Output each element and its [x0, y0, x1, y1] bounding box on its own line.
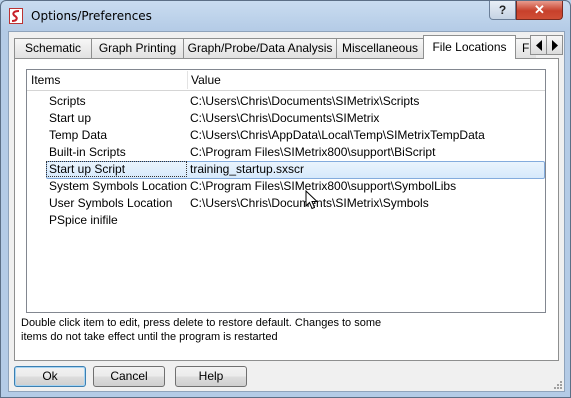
- row-item: System Symbols Location: [49, 179, 188, 193]
- triangle-right-icon: [552, 40, 558, 51]
- list-row[interactable]: PSpice inifile: [27, 212, 545, 229]
- simetrix-app-icon: [9, 8, 23, 24]
- row-value: training_startup.sxscr: [190, 162, 305, 176]
- row-item: Start up: [49, 111, 92, 125]
- row-item: Start up Script: [49, 162, 126, 176]
- row-value: C:\Users\Chris\AppData\Local\Temp\SIMetr…: [190, 128, 485, 142]
- tab-scroll-right-button[interactable]: [546, 35, 563, 55]
- tab-graph-probe-data-analysis[interactable]: Graph/Probe/Data Analysis: [183, 38, 337, 58]
- triangle-left-icon: [536, 40, 542, 51]
- options-dialog: Options/Preferences ? ✕ Schematic Graph …: [0, 0, 571, 398]
- cancel-button[interactable]: Cancel: [93, 366, 165, 387]
- column-header-items[interactable]: Items: [27, 70, 60, 90]
- help-button[interactable]: Help: [175, 366, 247, 387]
- help-note-line-1: Double click item to edit, press delete …: [21, 317, 382, 329]
- row-item: Built-in Scripts: [49, 145, 126, 159]
- row-item: PSpice inifile: [49, 213, 118, 227]
- window-title: Options/Preferences: [31, 9, 152, 23]
- column-header-value[interactable]: Value: [187, 70, 221, 90]
- row-item: Temp Data: [49, 128, 108, 142]
- resize-grip-icon[interactable]: [552, 379, 562, 389]
- list-row[interactable]: Scripts C:\Users\Chris\Documents\SIMetri…: [27, 93, 545, 110]
- row-value: C:\Users\Chris\Documents\SIMetrix\Script…: [190, 94, 420, 108]
- title-help-button[interactable]: ?: [489, 1, 516, 20]
- list-row[interactable]: User Symbols Location C:\Users\Chris\Doc…: [27, 195, 545, 212]
- ok-button[interactable]: Ok: [14, 366, 86, 387]
- list-row[interactable]: Built-in Scripts C:\Program Files\SIMetr…: [27, 144, 545, 161]
- row-value: C:\Program Files\SIMetrix800\support\BiS…: [190, 145, 436, 159]
- list-row[interactable]: System Symbols Location C:\Program Files…: [27, 178, 545, 195]
- row-value: C:\Users\Chris\Documents\SIMetrix: [190, 111, 380, 125]
- row-value: C:\Program Files\SIMetrix800\support\Sym…: [190, 179, 457, 193]
- tab-file-locations[interactable]: File Locations: [423, 35, 516, 59]
- row-item: Scripts: [49, 94, 86, 108]
- title-bar[interactable]: Options/Preferences ? ✕: [1, 1, 570, 31]
- dialog-client-area: Schematic Graph Printing Graph/Probe/Dat…: [8, 31, 565, 392]
- list-row[interactable]: Start up C:\Users\Chris\Documents\SIMetr…: [27, 110, 545, 127]
- file-locations-list[interactable]: Items Value Scripts C:\Users\Chris\Docum…: [26, 69, 546, 313]
- help-note-line-2: items do not take effect until the progr…: [21, 331, 278, 343]
- tab-miscellaneous[interactable]: Miscellaneous: [336, 38, 424, 58]
- tab-graph-printing[interactable]: Graph Printing: [91, 38, 184, 58]
- list-row-selected[interactable]: Start up Script training_startup.sxscr: [27, 161, 545, 179]
- row-item: User Symbols Location: [49, 196, 173, 210]
- list-header: Items Value: [27, 70, 545, 91]
- help-note: Double click item to edit, press delete …: [21, 316, 421, 344]
- tab-bar: Schematic Graph Printing Graph/Probe/Dat…: [14, 35, 536, 59]
- mouse-pointer-icon: [305, 190, 318, 210]
- tab-schematic[interactable]: Schematic: [14, 38, 92, 58]
- tab-scroll-left-button[interactable]: [530, 35, 547, 55]
- close-button[interactable]: ✕: [516, 1, 563, 20]
- list-row[interactable]: Temp Data C:\Users\Chris\AppData\Local\T…: [27, 127, 545, 144]
